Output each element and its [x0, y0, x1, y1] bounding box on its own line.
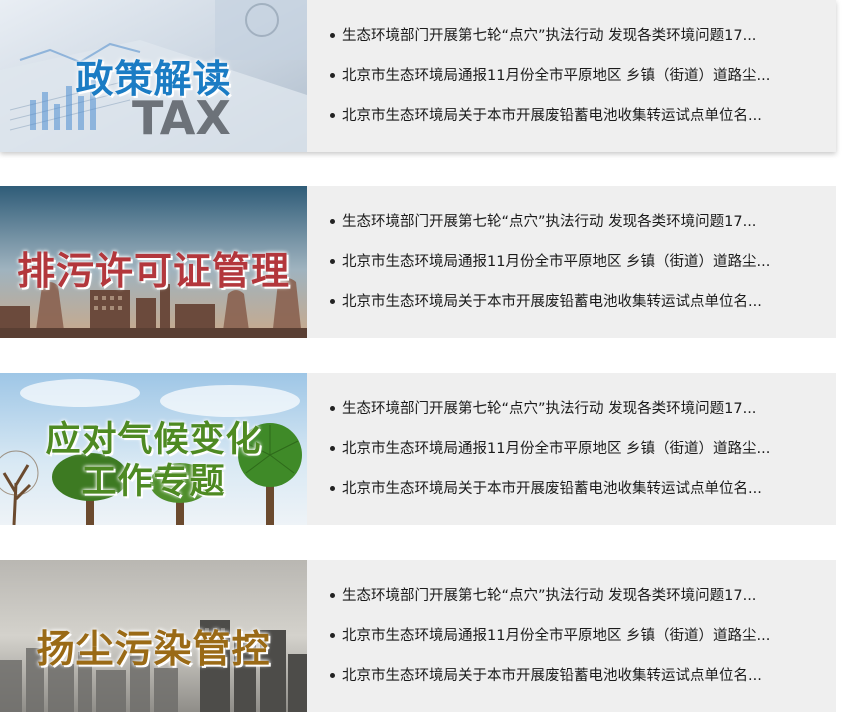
bullet-icon	[330, 633, 335, 638]
bullet-icon	[330, 73, 335, 78]
news-list: 生态环境部门开展第七轮“点穴”执法行动 发现各类环境问题17... 北京市生态环…	[307, 0, 836, 152]
bullet-icon	[330, 486, 335, 491]
news-item[interactable]: 生态环境部门开展第七轮“点穴”执法行动 发现各类环境问题17...	[307, 16, 836, 56]
news-item[interactable]: 北京市生态环境局关于本市开展废铅蓄电池收集转运试点单位名...	[307, 96, 836, 136]
bullet-icon	[330, 446, 335, 451]
bullet-icon	[330, 33, 335, 38]
news-item[interactable]: 生态环境部门开展第七轮“点穴”执法行动 发现各类环境问题17...	[307, 202, 836, 242]
banner-climate-change[interactable]: 应对气候变化 工作专题	[0, 373, 307, 525]
banner-discharge-permit[interactable]: 排污许可证管理	[0, 186, 307, 338]
news-item-text: 生态环境部门开展第七轮“点穴”执法行动 发现各类环境问题17...	[342, 401, 757, 417]
news-list: 生态环境部门开展第七轮“点穴”执法行动 发现各类环境问题17... 北京市生态环…	[307, 373, 836, 525]
news-item-text: 北京市生态环境局通报11月份全市平原地区 乡镇（街道）道路尘...	[342, 628, 771, 644]
topic-list: TAX 政策解读 生态环境部门开展第七轮“点穴”执法行动 发现各类环境问题17.…	[0, 0, 842, 712]
section-title: 扬尘污染管控	[36, 627, 271, 671]
news-list: 生态环境部门开展第七轮“点穴”执法行动 发现各类环境问题17... 北京市生态环…	[307, 186, 836, 338]
news-item-text: 北京市生态环境局关于本市开展废铅蓄电池收集转运试点单位名...	[342, 481, 762, 497]
news-item[interactable]: 北京市生态环境局关于本市开展废铅蓄电池收集转运试点单位名...	[307, 282, 836, 322]
bullet-icon	[330, 593, 335, 598]
news-item[interactable]: 北京市生态环境局关于本市开展废铅蓄电池收集转运试点单位名...	[307, 469, 836, 509]
news-item[interactable]: 生态环境部门开展第七轮“点穴”执法行动 发现各类环境问题17...	[307, 389, 836, 429]
news-item-text: 北京市生态环境局通报11月份全市平原地区 乡镇（街道）道路尘...	[342, 254, 771, 270]
news-item-text: 北京市生态环境局关于本市开展废铅蓄电池收集转运试点单位名...	[342, 108, 762, 124]
news-item-text: 生态环境部门开展第七轮“点穴”执法行动 发现各类环境问题17...	[342, 28, 757, 44]
section-title-line2: 工作专题	[81, 462, 226, 502]
news-list: 生态环境部门开展第七轮“点穴”执法行动 发现各类环境问题17... 北京市生态环…	[307, 560, 836, 712]
section-climate-change: 应对气候变化 工作专题 生态环境部门开展第七轮“点穴”执法行动 发现各类环境问题…	[0, 373, 836, 525]
news-item[interactable]: 北京市生态环境局通报11月份全市平原地区 乡镇（街道）道路尘...	[307, 242, 836, 282]
bullet-icon	[330, 673, 335, 678]
news-item[interactable]: 北京市生态环境局通报11月份全市平原地区 乡镇（街道）道路尘...	[307, 616, 836, 656]
banner-dust-control[interactable]: 扬尘污染管控	[0, 560, 307, 712]
news-item[interactable]: 生态环境部门开展第七轮“点穴”执法行动 发现各类环境问题17...	[307, 576, 836, 616]
bullet-icon	[330, 259, 335, 264]
news-item-text: 北京市生态环境局关于本市开展废铅蓄电池收集转运试点单位名...	[342, 294, 762, 310]
banner-policy-interpretation[interactable]: TAX 政策解读	[0, 0, 307, 152]
section-policy-interpretation: TAX 政策解读 生态环境部门开展第七轮“点穴”执法行动 发现各类环境问题17.…	[0, 0, 836, 152]
news-item[interactable]: 北京市生态环境局通报11月份全市平原地区 乡镇（街道）道路尘...	[307, 429, 836, 469]
bullet-icon	[330, 219, 335, 224]
news-item[interactable]: 北京市生态环境局通报11月份全市平原地区 乡镇（街道）道路尘...	[307, 56, 836, 96]
news-item-text: 北京市生态环境局关于本市开展废铅蓄电池收集转运试点单位名...	[342, 668, 762, 684]
bullet-icon	[330, 299, 335, 304]
section-dust-control: 扬尘污染管控 生态环境部门开展第七轮“点穴”执法行动 发现各类环境问题17...…	[0, 560, 836, 712]
section-title: 政策解读	[75, 57, 232, 101]
bullet-icon	[330, 113, 335, 118]
section-title: 排污许可证管理	[16, 249, 290, 293]
news-item-text: 生态环境部门开展第七轮“点穴”执法行动 发现各类环境问题17...	[342, 214, 757, 230]
section-discharge-permit: 排污许可证管理 生态环境部门开展第七轮“点穴”执法行动 发现各类环境问题17..…	[0, 186, 836, 338]
bullet-icon	[330, 406, 335, 411]
news-item-text: 生态环境部门开展第七轮“点穴”执法行动 发现各类环境问题17...	[342, 588, 757, 604]
news-item[interactable]: 北京市生态环境局关于本市开展废铅蓄电池收集转运试点单位名...	[307, 656, 836, 696]
news-item-text: 北京市生态环境局通报11月份全市平原地区 乡镇（街道）道路尘...	[342, 441, 771, 457]
news-item-text: 北京市生态环境局通报11月份全市平原地区 乡镇（街道）道路尘...	[342, 68, 771, 84]
